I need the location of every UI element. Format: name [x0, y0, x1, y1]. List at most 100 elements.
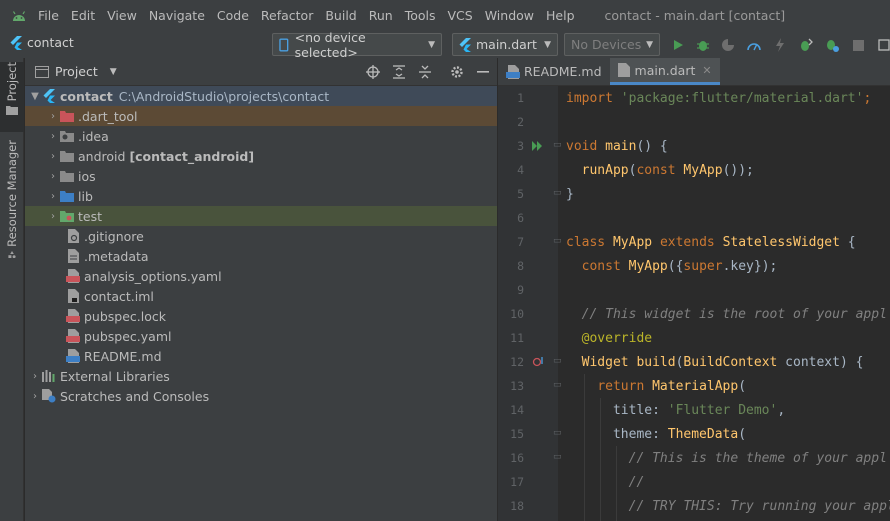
chevron-right-icon[interactable]: ›: [47, 211, 59, 222]
code-area[interactable]: import 'package:flutter/material.dart'; …: [558, 86, 890, 521]
override-gutter-icon[interactable]: [532, 356, 544, 371]
tree-item-label: test: [78, 208, 103, 224]
chevron-down-icon[interactable]: ▼: [110, 67, 117, 77]
menu-navigate[interactable]: Navigate: [149, 8, 205, 23]
tree-item-label: analysis_options.yaml: [84, 268, 222, 284]
tree-item-metadata[interactable]: .metadata: [25, 246, 497, 266]
menu-window[interactable]: Window: [485, 8, 534, 23]
tree-item-gitignore[interactable]: .gitignore: [25, 226, 497, 246]
tree-item-pubspec-lock[interactable]: pubspec.lock: [25, 306, 497, 326]
line-number: 12: [510, 355, 524, 369]
editor-tabs: README.md main.dart ✕: [498, 58, 890, 86]
tree-item-ios[interactable]: › ios: [25, 166, 497, 186]
chevron-right-icon[interactable]: ›: [47, 191, 59, 202]
code-line-7: class MyApp extends StatelessWidget {: [566, 234, 856, 250]
line-number: 16: [510, 451, 524, 465]
tree-item-idea[interactable]: › .idea: [25, 126, 497, 146]
run-gutter-icon[interactable]: [532, 140, 544, 154]
project-breadcrumb[interactable]: contact: [10, 35, 74, 50]
tree-item-label: android: [78, 148, 126, 164]
code-line-10: // This widget is the root of your appl: [566, 302, 887, 326]
tree-item-label: .idea: [78, 128, 109, 144]
run-icon[interactable]: [670, 37, 686, 53]
folder-android-icon: [59, 149, 75, 163]
code-line-15: theme: ThemeData(: [566, 426, 747, 442]
menu-bar: File Edit View Navigate Code Refactor Bu…: [0, 0, 890, 31]
menu-build[interactable]: Build: [325, 8, 356, 23]
chevron-right-icon[interactable]: ›: [47, 111, 59, 122]
collapse-all-icon[interactable]: [417, 64, 433, 80]
resource-manager-tool-tab[interactable]: Resource Manager: [0, 140, 24, 258]
code-line-18: // TRY THIS: Try running your appl: [566, 494, 890, 518]
tree-item-android[interactable]: › android [contact_android]: [25, 146, 497, 166]
tab-readme[interactable]: README.md: [498, 58, 610, 85]
chevron-right-icon[interactable]: ›: [29, 391, 41, 402]
tree-item-external-libraries[interactable]: › External Libraries: [25, 366, 497, 386]
code-line-8: const MyApp({super .key});: [581, 258, 778, 274]
code-line-14: title: 'Flutter Demo',: [566, 402, 786, 418]
resource-manager-tab-label: Resource Manager: [5, 140, 19, 247]
tree-item-label: .gitignore: [84, 228, 144, 244]
android-studio-logo-icon: [0, 10, 38, 22]
tree-item-label: ios: [78, 168, 96, 184]
menu-help[interactable]: Help: [546, 8, 575, 23]
run-coverage-icon[interactable]: [720, 37, 736, 53]
line-number: 3: [517, 139, 524, 153]
line-number: 7: [517, 235, 524, 249]
tree-item-contact-iml[interactable]: contact.iml: [25, 286, 497, 306]
flutter-icon: [10, 35, 22, 50]
menu-tools[interactable]: Tools: [405, 8, 436, 23]
menu-file[interactable]: File: [38, 8, 59, 23]
line-number: 1: [517, 91, 524, 105]
tree-item-scratches[interactable]: › Scratches and Consoles: [25, 386, 497, 406]
tree-item-pubspec-yaml[interactable]: pubspec.yaml: [25, 326, 497, 346]
tree-item-dart-tool[interactable]: › .dart_tool: [25, 106, 497, 126]
menu-vcs[interactable]: VCS: [448, 8, 473, 23]
tree-item-analysis-options[interactable]: analysis_options.yaml: [25, 266, 497, 286]
tree-item-test[interactable]: › test: [25, 206, 497, 226]
tree-item-readme[interactable]: README.md: [25, 346, 497, 366]
tree-item-lib[interactable]: › lib: [25, 186, 497, 206]
device-manager-icon[interactable]: [876, 37, 890, 53]
menu-view[interactable]: View: [107, 8, 137, 23]
stop-icon[interactable]: [850, 37, 866, 53]
device-selector-label: <no device selected>: [294, 29, 366, 60]
tree-item-label: contact.iml: [84, 288, 154, 304]
project-name: contact: [27, 35, 74, 50]
hot-reload-icon[interactable]: [772, 37, 788, 53]
gear-icon[interactable]: [449, 64, 465, 80]
chevron-right-icon[interactable]: ›: [29, 371, 41, 382]
chevron-down-icon[interactable]: ▼: [29, 91, 41, 102]
locate-icon[interactable]: [365, 64, 381, 80]
attach-debugger-icon[interactable]: [798, 37, 814, 53]
project-tool-tab[interactable]: Project: [0, 62, 24, 132]
expand-all-icon[interactable]: [391, 64, 407, 80]
tab-main-dart[interactable]: main.dart ✕: [609, 58, 720, 85]
profile-icon[interactable]: [746, 37, 762, 53]
line-number: 2: [517, 115, 524, 129]
menu-refactor[interactable]: Refactor: [261, 8, 313, 23]
device-selector[interactable]: <no device selected> ▼: [272, 30, 442, 60]
chevron-right-icon[interactable]: ›: [47, 131, 59, 142]
chevron-right-icon[interactable]: ›: [47, 171, 59, 182]
menu-code[interactable]: Code: [217, 8, 249, 23]
devices-combo[interactable]: No Devices ▼: [564, 33, 660, 56]
hide-panel-icon[interactable]: [475, 64, 491, 80]
apply-changes-icon[interactable]: [824, 37, 840, 53]
code-comment: //: [566, 474, 645, 490]
run-config-selector[interactable]: main.dart ▼: [452, 33, 558, 56]
project-panel-title[interactable]: Project: [55, 64, 98, 79]
code-line-12: Widget build(BuildContext context) {: [581, 354, 864, 370]
folder-icon: [6, 106, 18, 116]
menu-edit[interactable]: Edit: [71, 8, 95, 23]
line-number: 11: [510, 331, 524, 345]
tree-item-contact[interactable]: ▼ contact C:\AndroidStudio\projects\cont…: [25, 86, 497, 106]
tree-item-path: C:\AndroidStudio\projects\contact: [118, 88, 330, 104]
line-number: 18: [510, 499, 524, 513]
tree-item-suffix: [contact_android]: [129, 148, 255, 164]
debug-icon[interactable]: [695, 37, 711, 53]
flutter-module-icon: [41, 89, 57, 103]
close-icon[interactable]: ✕: [702, 64, 711, 77]
menu-run[interactable]: Run: [369, 8, 393, 23]
chevron-right-icon[interactable]: ›: [47, 151, 59, 162]
